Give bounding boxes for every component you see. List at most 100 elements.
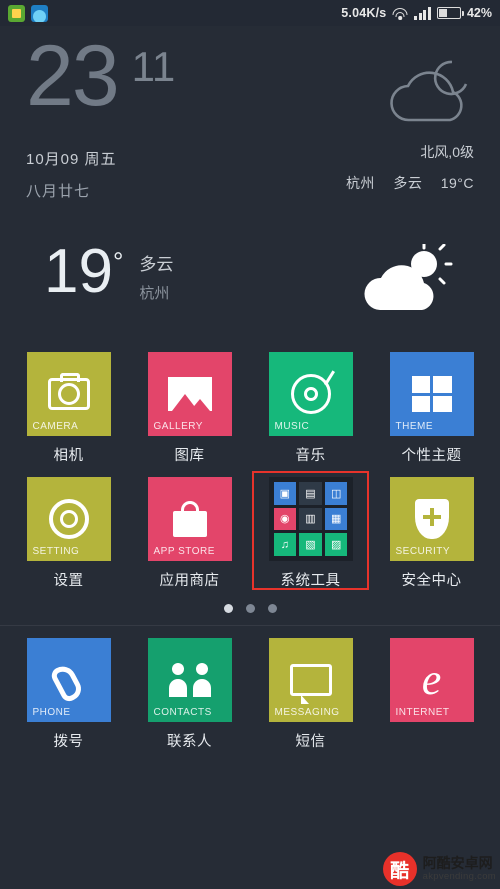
page-indicator	[0, 590, 500, 625]
app-label: 联系人	[167, 734, 212, 750]
app-cell-selected[interactable]: ▣ ▤ ◫ ◉ ▥ ▦ ♫ ▧ ▨ 系统工具	[252, 471, 369, 590]
watermark-line1: 阿酷安卓网	[422, 854, 493, 871]
gear-icon	[48, 499, 89, 539]
network-speed: 5.04K/s	[341, 6, 387, 20]
widget-temp: 19°C	[440, 175, 474, 191]
app-cell[interactable]: PHONE 拨号	[10, 632, 127, 751]
tile-tag: APP STORE	[153, 546, 215, 557]
tile-phone[interactable]: PHONE	[26, 638, 111, 722]
music-disc-icon	[290, 374, 331, 414]
clock-minute: 11	[131, 43, 176, 90]
tools-cell: ♫	[273, 533, 297, 556]
contacts-icon	[167, 663, 213, 697]
tile-tag: CONTACTS	[153, 707, 212, 718]
page-dot-2[interactable]	[245, 604, 255, 613]
page-dot-3[interactable]	[267, 604, 277, 613]
tile-tag: MESSAGING	[274, 707, 340, 718]
dock-divider	[0, 625, 500, 626]
browser-e-icon: e	[421, 655, 442, 704]
tile-tag: CAMERA	[32, 421, 79, 432]
message-icon: !	[289, 664, 332, 704]
widget-condition: 多云	[393, 175, 423, 191]
weather-condition: 多云	[139, 255, 174, 274]
tile-system-tools[interactable]: ▣ ▤ ◫ ◉ ▥ ▦ ♫ ▧ ▨	[268, 477, 353, 561]
watermark: 酷 阿酷安卓网 akpvending.com	[382, 852, 496, 886]
app-label: 图库	[174, 448, 205, 464]
app-label: 个性主题	[401, 448, 462, 464]
status-bar-left	[8, 4, 48, 22]
tools-cell: ▧	[299, 533, 322, 556]
app-cell[interactable]: ! MESSAGING 短信	[252, 632, 369, 751]
tile-tag: MUSIC	[274, 421, 310, 432]
signal-bars-icon	[414, 6, 431, 20]
app-label: 音乐	[295, 448, 326, 464]
tile-internet[interactable]: e INTERNET	[389, 638, 474, 722]
tile-contacts[interactable]: CONTACTS	[147, 638, 232, 722]
weather-temp-value: 19	[44, 237, 113, 306]
tile-tag: THEME	[395, 421, 433, 432]
tools-cell: ▣	[273, 482, 297, 505]
app-grid-row-3: PHONE 拨号 CONTACTS 联系人 ! MESSAGING 短信 e I…	[0, 632, 500, 751]
tile-camera[interactable]: CAMERA	[26, 352, 111, 436]
phone-home-screen: 5.04K/s 42% 23 11 10月09 周五 八月廿七 北风,0级 杭州…	[0, 0, 500, 889]
weather-degree: °	[112, 246, 124, 277]
app-label: 应用商店	[159, 573, 220, 589]
wifi-icon	[392, 7, 408, 20]
cloudy-night-icon	[332, 56, 474, 128]
app-grid-row-2: SETTING 设置 APP STORE 应用商店 ▣ ▤ ◫ ◉ ▥ ▦ ♫ …	[0, 471, 500, 590]
clock-weather-widget[interactable]: 23 11 10月09 周五 八月廿七 北风,0级 杭州 多云 19°C	[0, 26, 500, 226]
tools-cell: ▦	[324, 507, 348, 531]
app-icon-blue	[31, 4, 48, 22]
app-cell[interactable]: CONTACTS 联系人	[131, 632, 248, 751]
app-label: 相机	[53, 448, 84, 464]
tools-cell: ◫	[324, 482, 348, 505]
gallery-icon	[167, 377, 212, 411]
tile-tag: SECURITY	[395, 546, 451, 557]
status-bar-right: 5.04K/s 42%	[341, 6, 492, 20]
app-grid-row-1: CAMERA 相机 GALLERY 图库 MUSIC 音乐 THEME 个性主题	[0, 346, 500, 465]
tile-tag: INTERNET	[395, 707, 450, 718]
app-cell[interactable]: GALLERY 图库	[131, 346, 248, 465]
camera-icon	[47, 373, 90, 410]
app-cell[interactable]: THEME 个性主题	[373, 346, 490, 465]
app-cell[interactable]: SETTING 设置	[10, 471, 127, 590]
app-icon-green	[8, 4, 25, 22]
tile-security[interactable]: SECURITY	[389, 477, 474, 561]
tile-gallery[interactable]: GALLERY	[147, 352, 232, 436]
app-cell[interactable]: CAMERA 相机	[10, 346, 127, 465]
tile-messaging[interactable]: ! MESSAGING	[268, 638, 353, 722]
weather-widget[interactable]: 19° 多云 杭州	[0, 226, 500, 346]
widget-wind: 北风,0级	[420, 144, 474, 160]
shield-plus-icon	[414, 499, 449, 539]
shopping-bag-icon	[169, 501, 211, 537]
watermark-line2: akpvending.com	[422, 871, 496, 883]
app-cell[interactable]: SECURITY 安全中心	[373, 471, 490, 590]
page-dot-1[interactable]	[223, 604, 233, 613]
tile-tag: PHONE	[32, 707, 71, 718]
tools-cell: ▥	[299, 507, 322, 531]
widget-weather-info: 北风,0级 杭州 多云 19°C	[332, 56, 474, 193]
tile-tag: SETTING	[32, 546, 80, 557]
tools-cell: ◉	[273, 507, 297, 531]
tile-setting[interactable]: SETTING	[26, 477, 111, 561]
app-label: 设置	[53, 573, 84, 589]
widget-city: 杭州	[345, 175, 375, 191]
widget-weather-line: 杭州 多云 19°C	[332, 173, 474, 193]
tools-cell: ▤	[299, 482, 322, 505]
app-label: 安全中心	[401, 573, 462, 589]
watermark-badge: 酷	[382, 852, 417, 886]
tools-cell: ▨	[324, 533, 348, 556]
battery-icon	[436, 7, 464, 19]
app-cell[interactable]: e INTERNET	[373, 632, 490, 751]
weather-city: 杭州	[139, 285, 170, 302]
weather-side-info: 多云 杭州	[139, 250, 173, 303]
app-cell[interactable]: APP STORE 应用商店	[131, 471, 248, 590]
tile-music[interactable]: MUSIC	[268, 352, 353, 436]
tile-app-store[interactable]: APP STORE	[147, 477, 232, 561]
status-bar: 5.04K/s 42%	[0, 0, 500, 26]
tile-theme[interactable]: THEME	[389, 352, 474, 436]
weather-temp: 19°	[44, 241, 124, 303]
app-label: 短信	[295, 734, 326, 750]
app-cell[interactable]: MUSIC 音乐	[252, 346, 369, 465]
watermark-text: 阿酷安卓网 akpvending.com	[422, 854, 496, 883]
